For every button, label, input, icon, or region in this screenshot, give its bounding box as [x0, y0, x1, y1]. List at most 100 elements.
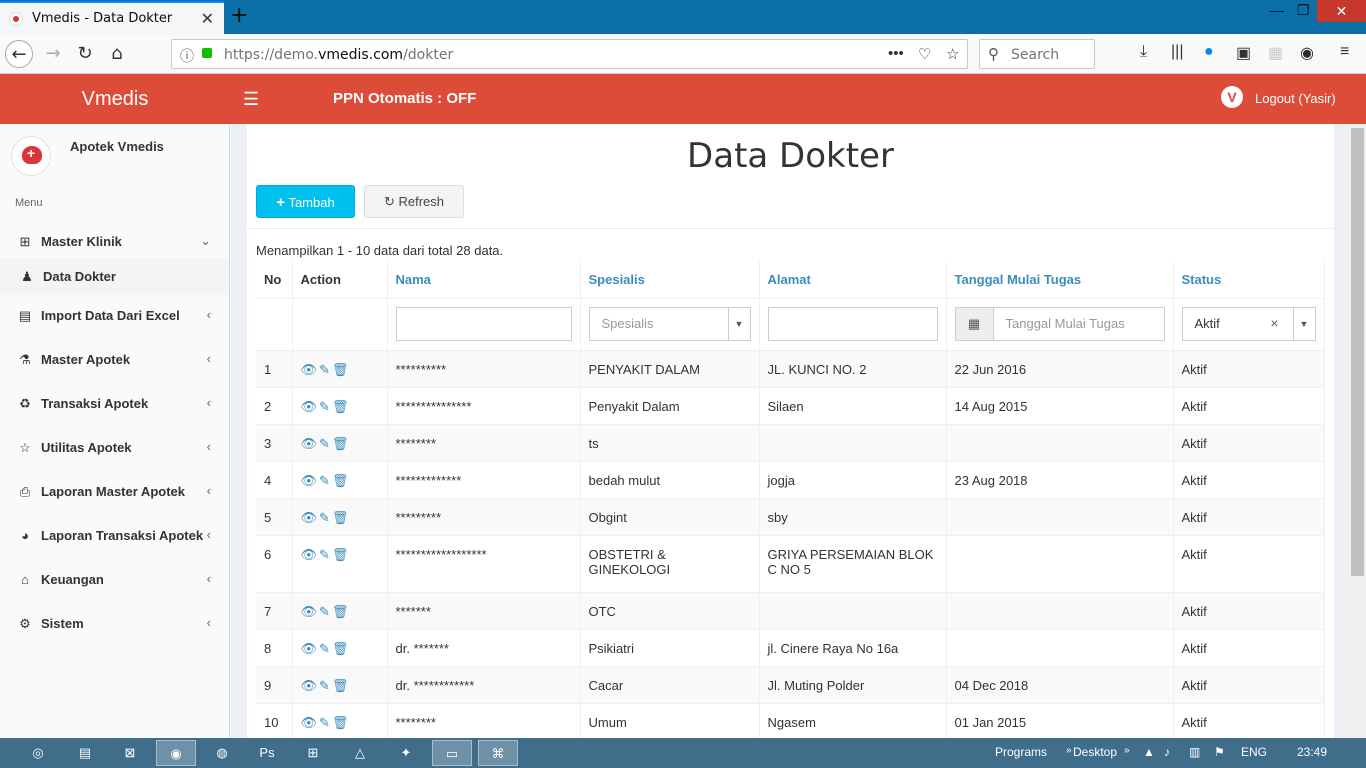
sidebar-toggle-icon[interactable]: ▣ [1236, 43, 1251, 63]
view-icon[interactable]: 👁 [301, 604, 318, 620]
menu-toggle-icon[interactable]: ☰ [243, 89, 259, 110]
view-icon[interactable]: 👁 [301, 473, 318, 489]
delete-icon[interactable]: 🗑 [332, 436, 349, 452]
view-icon[interactable]: 👁 [301, 362, 318, 378]
delete-icon[interactable]: 🗑 [332, 715, 349, 731]
edit-icon[interactable]: ✎ [319, 715, 330, 731]
library-icon[interactable]: ||| [1171, 43, 1183, 61]
hamburger-menu-icon[interactable]: ≡ [1340, 43, 1349, 61]
home-icon[interactable]: ⌂ [103, 40, 131, 68]
edit-icon[interactable]: ✎ [319, 641, 330, 657]
delete-icon[interactable]: 🗑 [332, 399, 349, 415]
edit-icon[interactable]: ✎ [319, 547, 330, 563]
excel-icon[interactable]: ⊞ [293, 740, 333, 766]
warning-app-icon[interactable]: △ [340, 740, 380, 766]
language-indicator[interactable]: ENG [1241, 745, 1267, 759]
pocket-icon[interactable]: ♡ [918, 45, 931, 63]
sidebar-item-keuangan[interactable]: ⌂ Keuangan ‹ [0, 559, 229, 603]
search-input[interactable]: ⚲ Search [979, 39, 1095, 69]
network-app-icon[interactable]: ⌘ [478, 740, 518, 766]
delete-icon[interactable]: 🗑 [332, 678, 349, 694]
volume-icon[interactable]: ♪ [1164, 745, 1170, 759]
view-icon[interactable]: 👁 [301, 547, 318, 563]
add-button[interactable]: + Tambah [256, 185, 355, 218]
brand-logo[interactable]: Vmedis [0, 74, 230, 124]
photoshop-icon[interactable]: Ps [247, 740, 287, 766]
site-info-icon[interactable]: ⓘ [180, 46, 194, 66]
action-center-icon[interactable]: ⚑ [1214, 745, 1225, 759]
status-filter-select[interactable]: Aktif × ▼ [1181, 307, 1316, 341]
tanggal-filter-input[interactable]: ▦ Tanggal Mulai Tugas [954, 307, 1165, 341]
gear-app-icon[interactable]: ◍ [202, 740, 242, 766]
page-actions-icon[interactable]: ••• [888, 45, 904, 62]
chevron-down-icon[interactable]: ▼ [1292, 308, 1315, 340]
col-nama[interactable]: Nama [387, 261, 581, 299]
close-tab-icon[interactable]: ✕ [201, 9, 214, 29]
programs-toolbar[interactable]: Programs [995, 745, 1047, 759]
edit-icon[interactable]: ✎ [319, 510, 330, 526]
col-alamat[interactable]: Alamat [759, 261, 947, 299]
view-icon[interactable]: 👁 [301, 715, 318, 731]
sidebar-item-utilitas-apotek[interactable]: ☆ Utilitas Apotek ‹ [0, 427, 229, 471]
edit-icon[interactable]: ✎ [319, 604, 330, 620]
window-close-icon[interactable]: ✕ [1317, 0, 1366, 22]
sidebar-item-laporan-transaksi[interactable]: ◕ Laporan Transaksi Apotek ‹ [0, 515, 229, 559]
forward-icon[interactable]: → [39, 40, 67, 68]
view-icon[interactable]: 👁 [301, 678, 318, 694]
calendar-icon[interactable]: ▦ [955, 308, 994, 340]
desktop-toolbar[interactable]: Desktop [1073, 745, 1117, 759]
spesialis-filter-select[interactable]: Spesialis ▼ [588, 307, 751, 341]
sidebar-item-data-dokter[interactable]: ♟ Data Dokter [0, 258, 229, 295]
reload-icon[interactable]: ↻ [71, 40, 99, 68]
edit-icon[interactable]: ✎ [319, 473, 330, 489]
extension-icon[interactable]: ● [1204, 43, 1214, 61]
chrome-icon[interactable]: ◎ [18, 740, 58, 766]
new-tab-icon[interactable]: + [230, 3, 248, 28]
sidebar-item-transaksi-apotek[interactable]: ♻ Transaksi Apotek ‹ [0, 383, 229, 427]
logout-link[interactable]: Logout (Yasir) [1255, 91, 1336, 106]
col-tanggal[interactable]: Tanggal Mulai Tugas [946, 261, 1174, 299]
sidebar-item-sistem[interactable]: ⚙ Sistem ‹ [0, 603, 229, 647]
tray-expand-icon[interactable]: ▲ [1143, 745, 1155, 759]
edit-icon[interactable]: ✎ [319, 678, 330, 694]
browser-tab[interactable]: Vmedis - Data Dokter ✕ [0, 1, 224, 34]
sidebar-item-import-excel[interactable]: ▤ Import Data Dari Excel ‹ [0, 295, 229, 339]
chevron-down-icon[interactable]: ▼ [727, 308, 750, 340]
sidebar-item-master-apotek[interactable]: ⚗ Master Apotek ‹ [0, 339, 229, 383]
delete-icon[interactable]: 🗑 [332, 604, 349, 620]
edit-icon[interactable]: ✎ [319, 436, 330, 452]
chevron-right-icon[interactable]: » [1066, 745, 1072, 756]
col-spesialis[interactable]: Spesialis [580, 261, 760, 299]
delete-icon[interactable]: 🗑 [332, 510, 349, 526]
extension3-icon[interactable]: ◉ [1300, 43, 1314, 63]
col-status[interactable]: Status [1173, 261, 1325, 299]
delete-icon[interactable]: 🗑 [332, 641, 349, 657]
firefox-icon[interactable]: ◉ [156, 740, 196, 766]
extension2-icon[interactable]: ▦ [1268, 43, 1283, 63]
sidebar-item-laporan-master[interactable]: ⎙ Laporan Master Apotek ‹ [0, 471, 229, 515]
filezilla-icon[interactable]: ✦ [386, 740, 426, 766]
back-icon[interactable]: ← [5, 40, 33, 68]
clear-icon[interactable]: × [1270, 315, 1278, 331]
nama-filter-input[interactable] [395, 307, 572, 341]
notepad-icon[interactable]: ▤ [65, 740, 105, 766]
bookmark-star-icon[interactable]: ☆ [946, 45, 959, 63]
clock[interactable]: 23:49 [1297, 745, 1327, 759]
restore-icon[interactable]: ❐ [1297, 2, 1310, 19]
minimize-icon[interactable]: — [1270, 2, 1284, 18]
chevron-right-icon[interactable]: » [1124, 745, 1130, 756]
download-icon[interactable]: ⤓ [1140, 43, 1147, 61]
url-bar[interactable]: ⓘ https://demo.vmedis.com/dokter ••• ♡ ☆ [171, 39, 968, 69]
network-icon[interactable]: ▥ [1189, 745, 1200, 759]
view-icon[interactable]: 👁 [301, 641, 318, 657]
edit-icon[interactable]: ✎ [319, 362, 330, 378]
delete-icon[interactable]: 🗑 [332, 362, 349, 378]
edit-icon[interactable]: ✎ [319, 399, 330, 415]
xampp-icon[interactable]: ⊠ [110, 740, 150, 766]
explorer-icon[interactable]: ▭ [432, 740, 472, 766]
view-icon[interactable]: 👁 [301, 510, 318, 526]
delete-icon[interactable]: 🗑 [332, 473, 349, 489]
scrollbar-thumb[interactable] [1351, 128, 1364, 576]
delete-icon[interactable]: 🗑 [332, 547, 349, 563]
view-icon[interactable]: 👁 [301, 399, 318, 415]
